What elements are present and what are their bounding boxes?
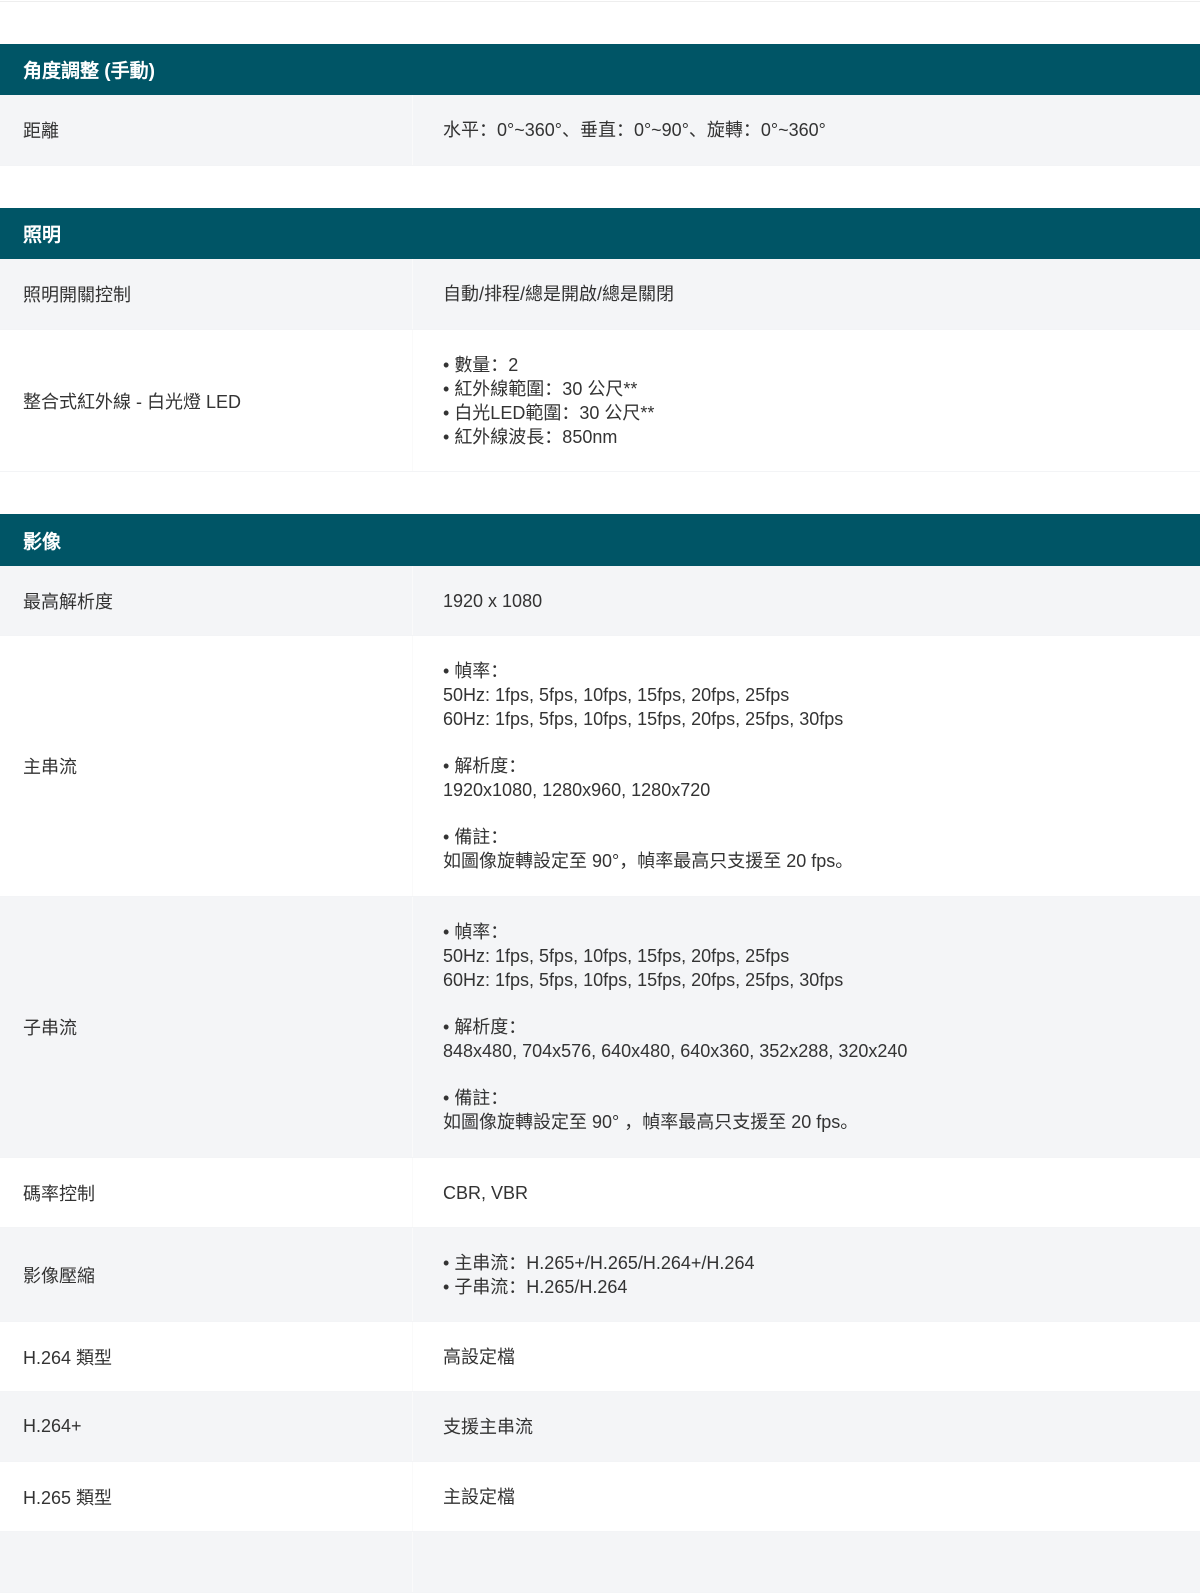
spec-label: 最高解析度	[0, 566, 413, 635]
spec-label: 主串流	[0, 636, 413, 896]
section-header-video: 影像	[0, 514, 1200, 566]
spec-row-max-resolution: 最高解析度 1920 x 1080	[0, 566, 1200, 636]
list-item: 紅外線波長：850nm	[443, 425, 1180, 449]
spec-label: 照明開關控制	[0, 259, 413, 329]
spec-page: 角度調整 (手動) 距離 水平：0°~360°、垂直：0°~90°、旋轉：0°~…	[0, 1, 1200, 1593]
spec-row-bitrate-control: 碼率控制 CBR, VBR	[0, 1158, 1200, 1228]
section-title: 影像	[23, 531, 62, 553]
spec-row-video-compression: 影像壓縮 主串流：H.265+/H.265/H.264+/H.264 子串流：H…	[0, 1228, 1200, 1322]
spec-row-distance: 距離 水平：0°~360°、垂直：0°~90°、旋轉：0°~360°	[0, 95, 1200, 166]
resolution-list: 1920x1080, 1280x960, 1280x720	[443, 780, 711, 800]
frame-rate-50hz: 50Hz: 1fps, 5fps, 10fps, 15fps, 20fps, 2…	[443, 685, 790, 705]
spec-row-light-switch-control: 照明開關控制 自動/排程/總是開啟/總是關閉	[0, 259, 1200, 330]
spec-value: CBR, VBR	[443, 1182, 529, 1203]
frame-rate-50hz: 50Hz: 1fps, 5fps, 10fps, 15fps, 20fps, 2…	[443, 946, 790, 966]
list-item: 白光LED範圍：30 公尺**	[443, 401, 1180, 425]
resolution-list: 848x480, 704x576, 640x480, 640x360, 352x…	[443, 1041, 908, 1061]
spec-value: 1920 x 1080	[443, 590, 543, 611]
spec-label: 距離	[0, 95, 413, 165]
note-text: 如圖像旋轉設定至 90°，幀率最高只支援至 20 fps。	[443, 851, 854, 871]
note-text: 如圖像旋轉設定至 90° ，幀率最高只支援至 20 fps。	[443, 1112, 859, 1132]
frame-rate-60hz: 60Hz: 1fps, 5fps, 10fps, 15fps, 20fps, 2…	[443, 709, 844, 729]
spec-value-list: 數量：2 紅外線範圍：30 公尺** 白光LED範圍：30 公尺** 紅外線波長…	[413, 353, 1200, 449]
spec-value-block: 幀率： 50Hz: 1fps, 5fps, 10fps, 15fps, 20fp…	[413, 920, 1200, 1134]
spec-row-main-stream: 主串流 幀率： 50Hz: 1fps, 5fps, 10fps, 15fps, …	[0, 636, 1200, 897]
spec-value: 高設定檔	[443, 1346, 515, 1367]
spec-label: H.265 類型	[0, 1462, 413, 1531]
spec-label: H.264 類型	[0, 1322, 413, 1391]
note-title: 備註：	[443, 1086, 1180, 1110]
frame-rate-title: 幀率：	[443, 659, 1180, 683]
resolution-title: 解析度：	[443, 754, 1180, 778]
spec-row-sub-stream: 子串流 幀率： 50Hz: 1fps, 5fps, 10fps, 15fps, …	[0, 897, 1200, 1158]
spec-label: 碼率控制	[0, 1158, 413, 1227]
list-item: 子串流：H.265/H.264	[443, 1275, 1180, 1299]
spec-label: 整合式紅外線 - 白光燈 LED	[0, 330, 413, 471]
list-item: 數量：2	[443, 353, 1180, 377]
frame-rate-title: 幀率：	[443, 920, 1180, 944]
spec-value: 支援主串流	[443, 1416, 533, 1437]
section-header-angle-adjust: 角度調整 (手動)	[0, 44, 1200, 95]
spec-value-block: 幀率： 50Hz: 1fps, 5fps, 10fps, 15fps, 20fp…	[413, 659, 1200, 873]
spec-row-cut-off	[0, 1532, 1200, 1593]
spec-label: 影像壓縮	[0, 1228, 413, 1321]
section-title: 角度調整 (手動)	[23, 61, 155, 82]
spec-value: 自動/排程/總是開啟/總是關閉	[443, 284, 675, 304]
spec-label: H.264+	[0, 1392, 413, 1461]
list-item: 紅外線範圍：30 公尺**	[443, 377, 1180, 401]
spec-row-integrated-ir-white-led: 整合式紅外線 - 白光燈 LED 數量：2 紅外線範圍：30 公尺** 白光LE…	[0, 330, 1200, 472]
note-title: 備註：	[443, 825, 1180, 849]
spec-row-h264-plus: H.264+ 支援主串流	[0, 1392, 1200, 1462]
spec-value: 水平：0°~360°、垂直：0°~90°、旋轉：0°~360°	[443, 120, 826, 140]
frame-rate-60hz: 60Hz: 1fps, 5fps, 10fps, 15fps, 20fps, 2…	[443, 970, 844, 990]
resolution-title: 解析度：	[443, 1015, 1180, 1039]
spec-value: 主設定檔	[443, 1486, 515, 1507]
list-item: 主串流：H.265+/H.265/H.264+/H.264	[443, 1251, 1180, 1275]
section-title: 照明	[23, 225, 62, 246]
spec-label: 子串流	[0, 897, 413, 1157]
spec-row-h265-type: H.265 類型 主設定檔	[0, 1462, 1200, 1532]
section-header-lighting: 照明	[0, 208, 1200, 259]
spec-value-list: 主串流：H.265+/H.265/H.264+/H.264 子串流：H.265/…	[413, 1251, 1200, 1299]
spec-row-h264-type: H.264 類型 高設定檔	[0, 1322, 1200, 1392]
